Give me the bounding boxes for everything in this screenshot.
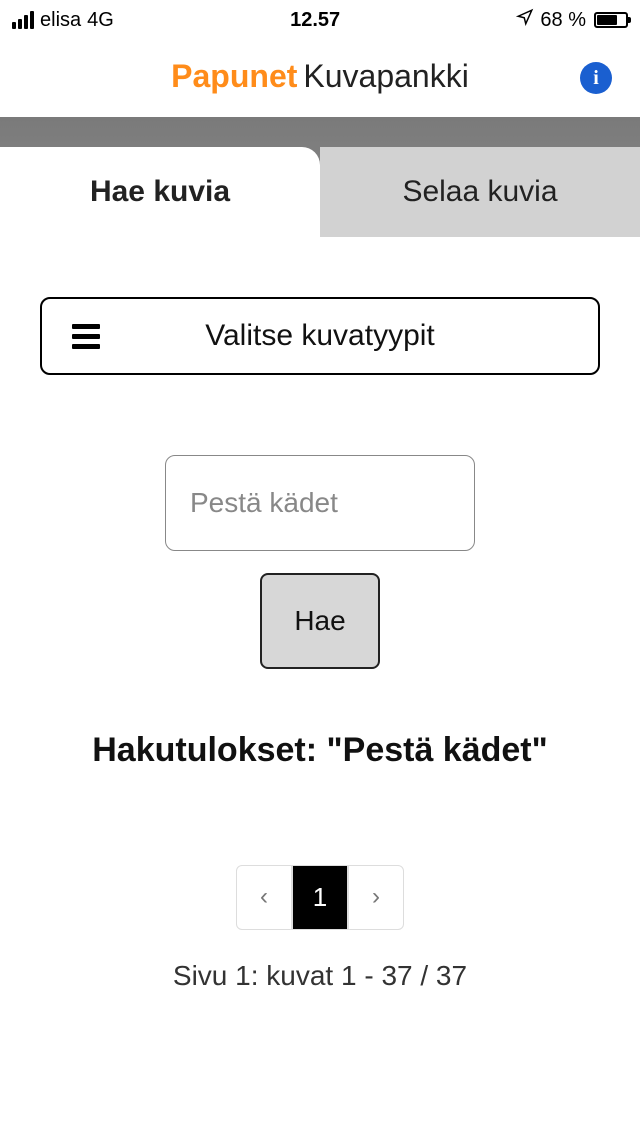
page-summary: Sivu 1: kuvat 1 - 37 / 37	[173, 954, 467, 999]
pagination: ‹ 1 ›	[236, 865, 404, 930]
page-title: Kuvapankki	[303, 58, 468, 94]
search-input[interactable]	[165, 455, 475, 551]
tabs: Hae kuvia Selaa kuvia	[0, 117, 640, 237]
tab-search-images[interactable]: Hae kuvia	[0, 147, 320, 237]
main-content: Valitse kuvatyypit Hae Hakutulokset: "Pe…	[0, 237, 640, 998]
status-left: elisa 4G	[12, 9, 114, 32]
carrier-label: elisa	[40, 9, 81, 32]
location-icon	[516, 8, 534, 32]
info-icon[interactable]: i	[580, 62, 612, 94]
battery-percent-label: 68 %	[540, 9, 586, 32]
status-bar: elisa 4G 12.57 68 %	[0, 0, 640, 40]
tab-label: Hae kuvia	[90, 175, 230, 209]
signal-icon	[12, 11, 34, 29]
status-right: 68 %	[516, 8, 628, 32]
tab-label: Selaa kuvia	[402, 175, 557, 209]
results-heading: Hakutulokset: "Pestä kädet"	[92, 727, 548, 775]
app-title: PapunetKuvapankki	[171, 58, 469, 95]
image-type-selector[interactable]: Valitse kuvatyypit	[40, 297, 600, 375]
network-label: 4G	[87, 9, 114, 32]
battery-icon	[594, 12, 628, 28]
brand-label: Papunet	[171, 58, 297, 94]
search-button[interactable]: Hae	[260, 573, 380, 669]
type-selector-label: Valitse kuvatyypit	[72, 319, 568, 353]
current-page[interactable]: 1	[292, 865, 348, 930]
app-header: PapunetKuvapankki i	[0, 40, 640, 117]
next-page-button[interactable]: ›	[348, 865, 404, 930]
prev-page-button[interactable]: ‹	[236, 865, 292, 930]
status-time: 12.57	[290, 9, 340, 32]
tab-browse-images[interactable]: Selaa kuvia	[320, 147, 640, 237]
